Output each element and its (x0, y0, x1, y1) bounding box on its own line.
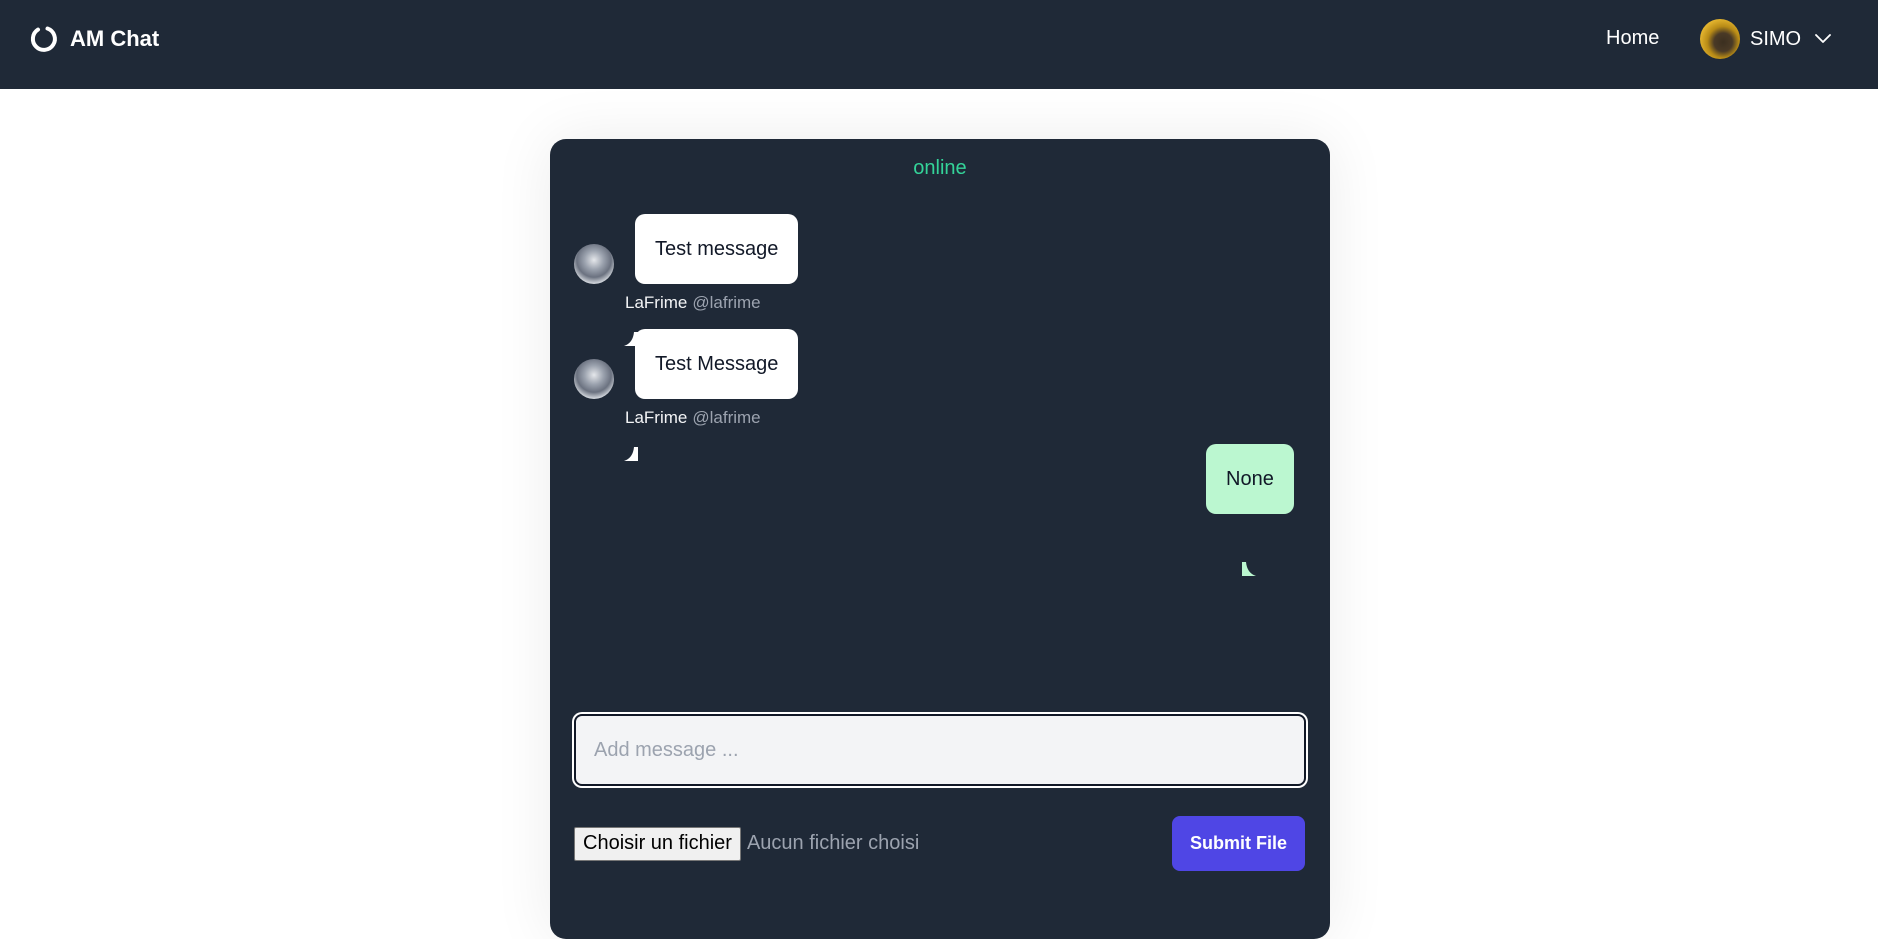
message-avatar (574, 244, 614, 284)
sender-name: LaFrime (625, 408, 688, 427)
file-picker: Choisir un fichier Aucun fichier choisi (574, 826, 919, 861)
bubble-tail (1242, 562, 1256, 576)
chat-panel: online Test message LaFrime @lafrime Test… (550, 139, 1330, 939)
user-name: SIMO (1750, 27, 1802, 50)
sender-name: LaFrime (625, 293, 688, 312)
message-text: Test message (655, 237, 779, 260)
nav-home-link[interactable]: Home (1606, 27, 1659, 50)
message-bubble: Test message (635, 214, 799, 284)
user-avatar (1700, 19, 1740, 59)
message-bubble-outgoing: None (1206, 444, 1294, 514)
message-bubble: Test Message (635, 329, 799, 399)
sender-handle: @lafrime (692, 293, 761, 312)
user-menu[interactable]: SIMO (1700, 19, 1832, 59)
sender-handle: @lafrime (692, 408, 761, 427)
top-navbar: AM Chat Home SIMO (0, 0, 1878, 89)
file-status: Aucun fichier choisi (746, 832, 920, 854)
message-text: Test Message (655, 352, 779, 375)
message-input[interactable] (574, 714, 1306, 786)
message-text: None (1226, 467, 1274, 490)
status-label: online (913, 157, 967, 179)
choose-file-button[interactable]: Choisir un fichier (574, 826, 741, 861)
bubble-tail (624, 447, 638, 461)
brand[interactable]: AM Chat (29, 22, 159, 56)
app-name: AM Chat (70, 26, 160, 51)
submit-file-button[interactable]: Submit File (1172, 816, 1305, 871)
message-sender: LaFrime @lafrime (625, 408, 761, 428)
message-avatar (574, 359, 614, 399)
ring-logo-icon (30, 26, 57, 52)
chevron-down-icon (1815, 34, 1832, 43)
message-sender: LaFrime @lafrime (625, 293, 761, 313)
